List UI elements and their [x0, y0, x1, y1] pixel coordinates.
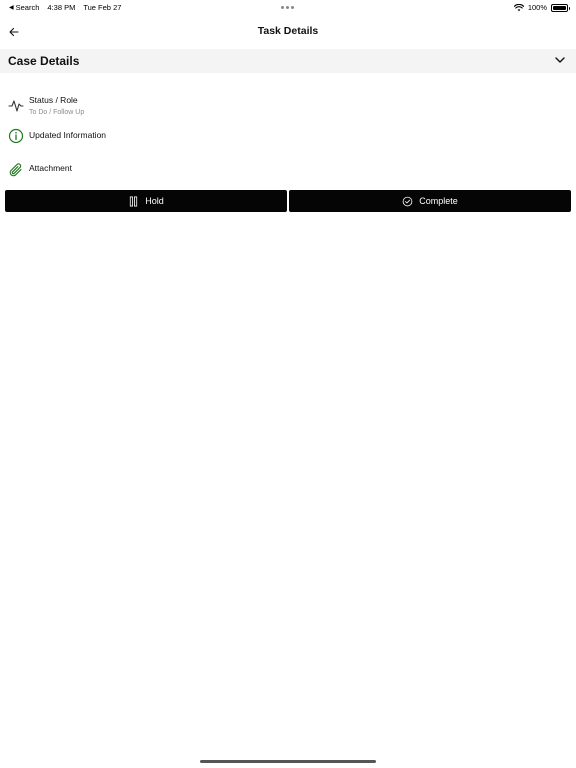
hold-button[interactable]: Hold — [5, 190, 287, 212]
status-bar-right: 100% — [513, 3, 570, 12]
status-bar: ◀ Search 4:38 PM Tue Feb 27 100% — [0, 0, 576, 14]
check-circle-icon — [402, 196, 413, 206]
paperclip-icon — [9, 163, 22, 177]
back-to-app-link[interactable]: ◀ Search — [9, 3, 39, 12]
updated-information-label: Updated Information — [29, 130, 107, 140]
navigation-bar: Task Details — [0, 18, 576, 46]
page-title: Task Details — [257, 25, 319, 37]
status-bar-left: ◀ Search 4:38 PM Tue Feb 27 — [9, 3, 121, 12]
status-role-title: Status / Role — [29, 95, 78, 105]
status-role-row: Status / Role To Do / Follow Up — [0, 93, 576, 119]
pause-icon — [130, 196, 138, 206]
updated-information-row[interactable]: Updated Information — [0, 128, 576, 146]
wifi-icon — [513, 3, 524, 11]
multitasking-dots-icon[interactable] — [281, 6, 294, 9]
chevron-down-icon — [555, 57, 565, 63]
battery-icon — [551, 3, 570, 12]
status-time: 4:38 PM — [47, 3, 76, 12]
attachment-label: Attachment — [29, 163, 72, 173]
complete-button-label: Complete — [419, 196, 458, 206]
home-indicator[interactable] — [200, 760, 376, 763]
info-icon — [8, 128, 24, 144]
status-role-value: To Do / Follow Up — [29, 109, 85, 116]
battery-percent: 100% — [527, 3, 547, 12]
status-date: Tue Feb 27 — [83, 3, 122, 12]
complete-button[interactable]: Complete — [289, 190, 571, 212]
hold-button-label: Hold — [145, 196, 164, 206]
back-to-app-label: Search — [15, 3, 40, 12]
back-triangle-icon: ◀ — [9, 4, 14, 11]
section-title: Case Details — [8, 54, 80, 68]
activity-icon — [8, 100, 24, 112]
case-details-header[interactable]: Case Details — [0, 49, 576, 73]
attachment-row[interactable]: Attachment — [0, 162, 576, 180]
